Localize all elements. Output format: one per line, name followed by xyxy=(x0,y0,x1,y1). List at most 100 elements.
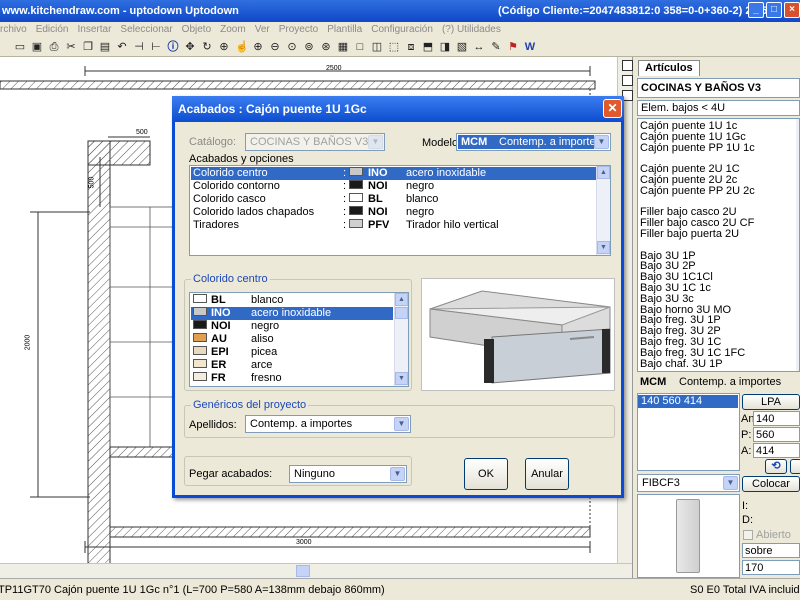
scroll-up-icon[interactable]: ▲ xyxy=(395,293,408,306)
menu-edit[interactable]: Edición xyxy=(36,22,69,37)
color-row[interactable]: NOI negro xyxy=(191,320,393,333)
menu-zoom[interactable]: Zoom xyxy=(220,22,246,37)
menu-file[interactable]: rchivo xyxy=(0,22,27,37)
articles-list[interactable]: Cajón puente 1U 1c Cajón puente 1U 1Gc Caj… xyxy=(637,118,800,372)
menu-object[interactable]: Objeto xyxy=(182,22,211,37)
menu-utilities[interactable]: (?) Utilidades xyxy=(442,22,501,37)
move-icon[interactable]: ✥ xyxy=(184,41,196,53)
flag-icon[interactable]: ⚑ xyxy=(507,41,519,53)
duplicate-icon[interactable]: ⊕ xyxy=(218,41,230,53)
cube-view-icon[interactable]: ⧈ xyxy=(405,41,417,53)
dimension-icon[interactable]: ⊣ xyxy=(133,41,145,53)
article-item[interactable]: Filler bajo puerta 2U xyxy=(640,229,755,240)
place-button[interactable]: Colocar xyxy=(742,476,800,492)
rotate-icon[interactable]: ↻ xyxy=(201,41,213,53)
close-window-button[interactable]: × xyxy=(784,2,800,18)
zoom-all-icon[interactable]: ⊚ xyxy=(303,41,315,53)
paste-icon[interactable]: ▤ xyxy=(99,41,111,53)
model-select[interactable]: MCM Contemp. a importes ▼ xyxy=(456,133,611,151)
open-checkbox[interactable] xyxy=(743,530,753,540)
wire-view-icon[interactable]: ⬒ xyxy=(422,41,434,53)
article-item[interactable]: Bajo freg. 3U 1C 1FC xyxy=(640,347,755,359)
zoom-window-icon[interactable]: ⊙ xyxy=(286,41,298,53)
zoom-out-icon[interactable]: ⊖ xyxy=(269,41,281,53)
web-icon[interactable]: W xyxy=(524,41,536,53)
info-icon[interactable]: ⓘ xyxy=(167,41,179,53)
finishes-list[interactable]: Colorido centro: INO acero inoxidable Color… xyxy=(189,165,611,256)
minimize-button[interactable]: _ xyxy=(748,2,764,18)
color-row[interactable]: AU aliso xyxy=(191,333,393,346)
chevron-down-icon[interactable]: ▼ xyxy=(394,417,409,431)
position-field[interactable]: sobre xyxy=(742,543,800,558)
scroll-down-icon[interactable]: ▼ xyxy=(395,372,408,385)
colors-scrollbar[interactable]: ▲ ▼ xyxy=(394,293,408,386)
scroll-thumb[interactable] xyxy=(296,565,310,577)
box-view-icon[interactable]: ⬚ xyxy=(388,41,400,53)
save-icon[interactable]: ▣ xyxy=(31,41,43,53)
color-row[interactable]: FR fresno xyxy=(191,372,393,385)
plan-view-icon[interactable]: ▦ xyxy=(337,41,349,53)
paste-select[interactable]: Ninguno ▼ xyxy=(289,465,407,483)
menu-select[interactable]: Seleccionar xyxy=(120,22,172,37)
finish-row[interactable]: Tiradores: PFV Tirador hilo vertical xyxy=(191,219,596,232)
menu-view[interactable]: Ver xyxy=(255,22,270,37)
color-row[interactable]: INO acero inoxidable xyxy=(191,307,393,320)
color-row[interactable]: EPI picea xyxy=(191,346,393,359)
depth-field[interactable]: 560 xyxy=(753,427,800,442)
copy-icon[interactable]: ❐ xyxy=(82,41,94,53)
pan-icon[interactable]: ☝ xyxy=(235,41,249,53)
dialog-close-button[interactable]: ✕ xyxy=(603,99,622,118)
measure-icon[interactable]: ⊢ xyxy=(150,41,162,53)
article-item[interactable]: Cajón puente 1U 1Gc xyxy=(640,131,755,143)
maximize-button[interactable]: □ xyxy=(766,2,782,18)
surname-select[interactable]: Contemp. a importes ▼ xyxy=(245,415,411,433)
menu-insert[interactable]: Insertar xyxy=(78,22,112,37)
finish-row[interactable]: Colorido contorno: NOI negro xyxy=(191,180,596,193)
finishes-scrollbar[interactable]: ▲ ▼ xyxy=(596,166,610,255)
dimensions-list[interactable]: 140 560 414 xyxy=(637,393,740,471)
print-icon[interactable]: ⎙ xyxy=(48,41,60,53)
scroll-up-icon[interactable]: ▲ xyxy=(597,166,610,179)
photo-icon[interactable]: ▧ xyxy=(456,41,468,53)
color-row[interactable]: BL blanco xyxy=(191,294,393,307)
dimensions-selected-row[interactable]: 140 560 414 xyxy=(638,395,738,408)
elevation-view-icon[interactable]: □ xyxy=(354,41,366,53)
render-icon[interactable]: ◨ xyxy=(439,41,451,53)
article-item[interactable]: Cajón puente PP 1U 1c xyxy=(640,142,755,154)
chevron-down-icon[interactable]: ▼ xyxy=(390,467,405,481)
finish-row[interactable]: Colorido casco: BL blanco xyxy=(191,193,596,206)
ruler-icon[interactable]: ↔ xyxy=(473,41,485,53)
lpa-button[interactable]: LPA xyxy=(742,394,800,410)
canvas-horizontal-scrollbar[interactable] xyxy=(0,563,632,578)
article-item[interactable]: Bajo chaf. 3U 1P xyxy=(640,358,755,370)
ok-button[interactable]: OK xyxy=(464,458,508,490)
catalog-field[interactable]: COCINAS Y BAÑOS V3 xyxy=(637,78,800,98)
refresh-button[interactable]: ⟲ xyxy=(765,459,787,474)
tab-articles[interactable]: Artículos xyxy=(638,60,700,76)
elevation-field[interactable]: 170 xyxy=(742,560,800,575)
pencil-icon[interactable]: ✎ xyxy=(490,41,502,53)
chevron-down-icon[interactable]: ▼ xyxy=(723,476,738,490)
menu-project[interactable]: Proyecto xyxy=(279,22,318,37)
cut-icon[interactable]: ✂ xyxy=(65,41,77,53)
undo-icon[interactable]: ↶ xyxy=(116,41,128,53)
width-field[interactable]: 140 xyxy=(753,411,800,426)
articles-scrollbar[interactable] xyxy=(796,119,799,371)
scroll-down-icon[interactable]: ▼ xyxy=(597,241,610,254)
article-item[interactable]: Bajo 3U 3c xyxy=(640,293,755,305)
menu-template[interactable]: Plantilla xyxy=(327,22,362,37)
category-field[interactable]: Elem. bajos < 4U xyxy=(637,100,800,116)
finish-row[interactable]: Colorido centro: INO acero inoxidable xyxy=(191,167,596,180)
colors-scroll-thumb[interactable] xyxy=(395,307,408,319)
zoom-prev-icon[interactable]: ⊛ xyxy=(320,41,332,53)
article-item[interactable]: Cajón puente PP 2U 2c xyxy=(640,185,755,197)
reference-select[interactable]: FIBCF3 ▼ xyxy=(637,474,740,492)
perspective-icon[interactable]: ◫ xyxy=(371,41,383,53)
color-row[interactable]: ER arce xyxy=(191,359,393,372)
menu-config[interactable]: Configuración xyxy=(371,22,433,37)
chevron-down-icon[interactable]: ▼ xyxy=(594,135,609,149)
height-field[interactable]: 414 xyxy=(753,443,800,458)
new-file-icon[interactable]: ▭ xyxy=(14,41,26,53)
panel-tool-2[interactable] xyxy=(622,75,633,86)
cancel-button[interactable]: Anular xyxy=(525,458,569,490)
